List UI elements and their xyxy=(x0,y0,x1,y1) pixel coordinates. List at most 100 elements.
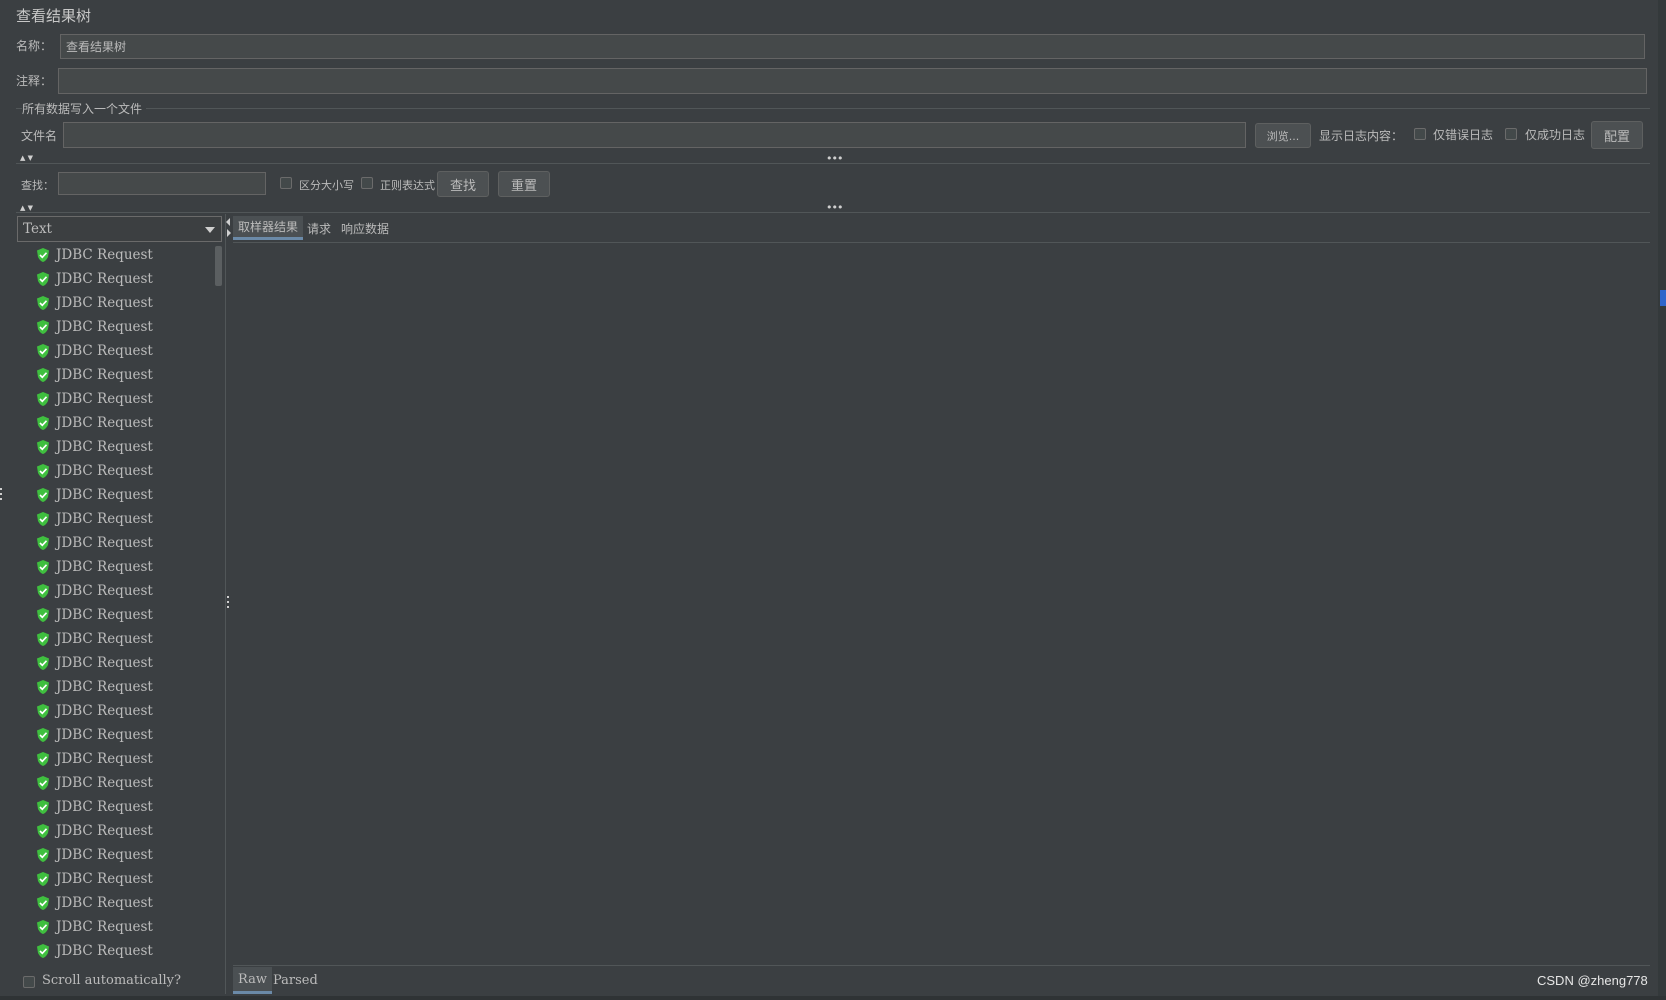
file-section-legend: 所有数据写入一个文件 xyxy=(22,102,143,116)
search-input[interactable] xyxy=(58,172,266,195)
success-shield-icon xyxy=(36,631,50,647)
window-edge-grip-icon[interactable] xyxy=(0,488,2,500)
tree-item[interactable]: JDBC Request xyxy=(36,892,153,914)
tree-item[interactable]: JDBC Request xyxy=(36,316,153,338)
tree-item[interactable]: JDBC Request xyxy=(36,700,153,722)
success-shield-icon xyxy=(36,487,50,503)
filename-label: 文件名 xyxy=(21,129,58,143)
tree-item[interactable]: JDBC Request xyxy=(36,508,153,530)
scroll-auto-checkbox[interactable] xyxy=(23,976,35,988)
case-sensitive-checkbox[interactable] xyxy=(280,177,292,189)
tab-request[interactable]: 请求 xyxy=(302,216,336,240)
success-shield-icon xyxy=(36,751,50,767)
tab-parsed[interactable]: Parsed xyxy=(268,967,323,994)
browse-button[interactable]: 浏览... xyxy=(1255,123,1311,148)
tree-item-label: JDBC Request xyxy=(56,823,153,839)
success-shield-icon xyxy=(36,247,50,263)
splitter-divider[interactable] xyxy=(16,163,1650,164)
tree-item-label: JDBC Request xyxy=(56,799,153,815)
chevron-down-icon xyxy=(205,227,215,233)
file-section-border xyxy=(146,108,1650,109)
success-shield-icon xyxy=(36,919,50,935)
name-label: 名称： xyxy=(16,39,53,53)
errors-only-label: 仅错误日志 xyxy=(1433,128,1494,142)
success-shield-icon xyxy=(36,535,50,551)
success-shield-icon xyxy=(36,775,50,791)
tree-item[interactable]: JDBC Request xyxy=(36,268,153,290)
success-shield-icon xyxy=(36,655,50,671)
tree-item-label: JDBC Request xyxy=(56,871,153,887)
regex-checkbox[interactable] xyxy=(361,177,373,189)
tree-item[interactable]: JDBC Request xyxy=(36,916,153,938)
success-shield-icon xyxy=(36,271,50,287)
tree-item-label: JDBC Request xyxy=(56,439,153,455)
tree-item-label: JDBC Request xyxy=(56,559,153,575)
success-only-checkbox[interactable] xyxy=(1505,128,1517,140)
tree-item[interactable]: JDBC Request xyxy=(36,436,153,458)
splitter-divider[interactable] xyxy=(16,212,1650,213)
splitter-left-arrow-icon[interactable] xyxy=(226,218,230,226)
vertical-splitter[interactable] xyxy=(225,214,226,994)
tab-raw[interactable]: Raw xyxy=(233,967,272,994)
tree-item-label: JDBC Request xyxy=(56,655,153,671)
tree-item[interactable]: JDBC Request xyxy=(36,604,153,626)
reset-button[interactable]: 重置 xyxy=(498,171,550,197)
results-tree[interactable]: JDBC Request JDBC Request JDBC Request JDBC… xyxy=(17,244,222,968)
result-content-area[interactable] xyxy=(233,243,1650,963)
tree-item[interactable]: JDBC Request xyxy=(36,388,153,410)
tree-item[interactable]: JDBC Request xyxy=(36,460,153,482)
tree-item[interactable]: JDBC Request xyxy=(36,772,153,794)
tree-item-label: JDBC Request xyxy=(56,319,153,335)
tree-item[interactable]: JDBC Request xyxy=(36,820,153,842)
success-shield-icon xyxy=(36,679,50,695)
tree-item[interactable]: JDBC Request xyxy=(36,484,153,506)
splitter-grip-icon[interactable] xyxy=(227,596,229,608)
tree-item-label: JDBC Request xyxy=(56,535,153,551)
tree-item[interactable]: JDBC Request xyxy=(36,652,153,674)
collapse-arrows-icon[interactable]: ▲ ▼ xyxy=(20,204,33,212)
tree-item[interactable]: JDBC Request xyxy=(36,532,153,554)
name-field[interactable]: 查看结果树 xyxy=(60,34,1645,59)
splitter-grip-icon[interactable]: ••• xyxy=(826,202,843,213)
tree-item[interactable]: JDBC Request xyxy=(36,748,153,770)
tree-item-label: JDBC Request xyxy=(56,415,153,431)
find-button[interactable]: 查找 xyxy=(437,171,489,197)
tree-item[interactable]: JDBC Request xyxy=(36,292,153,314)
collapse-arrows-icon[interactable]: ▲ ▼ xyxy=(20,154,33,162)
splitter-grip-icon[interactable]: ••• xyxy=(826,153,843,164)
tree-item[interactable]: JDBC Request xyxy=(36,340,153,362)
tree-item[interactable]: JDBC Request xyxy=(36,940,153,962)
tree-item-label: JDBC Request xyxy=(56,727,153,743)
scroll-auto-label: Scroll automatically? xyxy=(42,973,181,988)
tree-scrollbar-thumb[interactable] xyxy=(215,246,222,286)
tree-item-label: JDBC Request xyxy=(56,463,153,479)
tree-item[interactable]: JDBC Request xyxy=(36,676,153,698)
log-content-label: 显示日志内容： xyxy=(1319,129,1404,143)
tree-item[interactable]: JDBC Request xyxy=(36,868,153,890)
tree-item[interactable]: JDBC Request xyxy=(36,412,153,434)
success-shield-icon xyxy=(36,295,50,311)
tree-item[interactable]: JDBC Request xyxy=(36,724,153,746)
tree-item[interactable]: JDBC Request xyxy=(36,796,153,818)
filename-field[interactable] xyxy=(63,122,1246,148)
case-sensitive-label: 区分大小写 xyxy=(299,179,354,192)
tab-sampler-result[interactable]: 取样器结果 xyxy=(233,216,304,240)
renderer-select[interactable]: Text xyxy=(17,216,222,242)
tree-item[interactable]: JDBC Request xyxy=(36,244,153,266)
name-field-value: 查看结果树 xyxy=(66,40,127,54)
tab-response-data[interactable]: 响应数据 xyxy=(336,216,394,240)
configure-button[interactable]: 配置 xyxy=(1591,121,1643,149)
tree-item[interactable]: JDBC Request xyxy=(36,628,153,650)
tree-item-label: JDBC Request xyxy=(56,583,153,599)
success-shield-icon xyxy=(36,583,50,599)
tree-item[interactable]: JDBC Request xyxy=(36,556,153,578)
tree-item-label: JDBC Request xyxy=(56,631,153,647)
tree-item[interactable]: JDBC Request xyxy=(36,844,153,866)
tree-item[interactable]: JDBC Request xyxy=(36,580,153,602)
success-shield-icon xyxy=(36,367,50,383)
splitter-right-arrow-icon[interactable] xyxy=(227,229,231,237)
success-shield-icon xyxy=(36,391,50,407)
tree-item[interactable]: JDBC Request xyxy=(36,364,153,386)
errors-only-checkbox[interactable] xyxy=(1414,128,1426,140)
comment-field[interactable] xyxy=(58,68,1647,94)
